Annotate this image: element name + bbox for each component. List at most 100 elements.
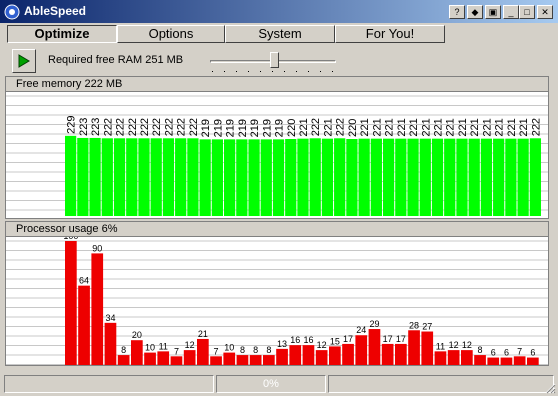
slider-ticks [212, 71, 333, 72]
window-title: AbleSpeed [24, 4, 87, 18]
cpu-bar-label: 17 [343, 334, 353, 344]
memory-bar [175, 138, 187, 216]
memory-bar-label: 221 [506, 118, 518, 136]
cpu-bar [223, 352, 236, 365]
cpu-bar-label: 7 [174, 346, 179, 356]
cpu-bar [289, 345, 302, 365]
memory-bar-label: 222 [163, 118, 175, 136]
cpu-bar-label: 10 [145, 343, 155, 353]
memory-bar-label: 219 [200, 119, 212, 137]
memory-bar [65, 135, 77, 216]
cpu-bar-label: 24 [356, 325, 366, 335]
memory-bar [444, 138, 456, 216]
maximize-button[interactable]: □ [519, 5, 535, 19]
memory-bar [321, 138, 334, 216]
memory-bar-label: 221 [396, 118, 408, 136]
status-bar: 0% [0, 372, 558, 396]
memory-bar-label: 222 [335, 118, 347, 136]
cpu-bar-label: 27 [422, 322, 432, 332]
cpu-bar-label: 8 [253, 345, 258, 355]
memory-bar [162, 138, 175, 216]
cpu-bar-label: 64 [79, 276, 89, 286]
memory-bar-label: 221 [518, 118, 530, 136]
memory-bar [419, 138, 431, 216]
memory-bar-label: 229 [66, 115, 78, 133]
memory-bar [468, 138, 480, 216]
cpu-bar-label: 12 [317, 340, 327, 350]
memory-bar-label: 219 [237, 119, 249, 137]
required-ram-slider[interactable] [208, 52, 340, 74]
memory-bar [113, 138, 126, 216]
processor-usage-header: Processor usage 6% [6, 222, 548, 237]
slider-thumb[interactable] [270, 52, 279, 68]
memory-bar [285, 139, 297, 216]
cpu-bar-label: 100 [63, 237, 78, 241]
cpu-bar-label: 16 [290, 335, 300, 345]
cpu-bar [276, 348, 288, 365]
cpu-bar-label: 8 [121, 345, 126, 355]
memory-bar [395, 138, 407, 216]
memory-bar-label: 219 [212, 119, 224, 137]
memory-bar [309, 138, 321, 216]
minimize-button[interactable]: _ [503, 5, 519, 19]
cpu-bar-label: 15 [330, 336, 340, 346]
maximize-icon: □ [524, 7, 530, 17]
required-ram-label: Required free RAM 251 MB [48, 54, 184, 66]
close-button[interactable]: ✕ [537, 5, 553, 19]
memory-bar-label: 221 [384, 118, 396, 136]
cpu-bar [500, 357, 513, 365]
cpu-bar-label: 11 [436, 341, 445, 351]
help-button[interactable]: ? [449, 5, 465, 19]
memory-bar-label: 222 [151, 118, 163, 136]
memory-bar [382, 138, 395, 216]
memory-bar-label: 221 [322, 118, 334, 136]
tab-system[interactable]: System [225, 25, 335, 43]
memory-bar-label: 222 [139, 118, 151, 136]
status-pane-right [328, 375, 554, 393]
cpu-bar [434, 351, 447, 365]
minimize-icon: _ [508, 7, 514, 17]
memory-bar [529, 138, 541, 216]
resize-grip-icon[interactable] [544, 382, 556, 394]
cpu-bar [210, 356, 222, 365]
memory-bar [346, 139, 358, 216]
status-pane-left [4, 375, 214, 393]
cpu-bar-label: 7 [214, 346, 219, 356]
memory-bar [211, 139, 223, 216]
tab-for-you[interactable]: For You! [335, 25, 445, 43]
memory-bar [187, 138, 199, 216]
cpu-bar-label: 29 [369, 319, 379, 329]
optimize-now-button[interactable] [12, 49, 36, 73]
memory-bar-label: 222 [530, 118, 542, 136]
cpu-bar-label: 8 [240, 345, 245, 355]
free-memory-chart: 229 223 223 222 222 222 222 222 222 222 222 219 219 2… [6, 95, 548, 216]
memory-bar [358, 138, 370, 216]
memory-bar [138, 138, 150, 216]
title-bar[interactable]: AbleSpeed ? ◆ ▣ _ □ ✕ [0, 0, 558, 23]
memory-bar [126, 138, 138, 216]
cpu-bar-label: 13 [277, 339, 287, 349]
cpu-bar [236, 355, 249, 365]
memory-bar-label: 223 [90, 118, 102, 136]
stay-on-top-button[interactable]: ◆ [467, 5, 483, 19]
memory-bar-label: 219 [274, 119, 286, 137]
memory-bar-label: 222 [102, 118, 114, 136]
cpu-bar [144, 352, 156, 365]
memory-bar-label: 222 [310, 118, 322, 136]
cpu-bar-label: 6 [530, 348, 535, 358]
cpu-bar [447, 350, 460, 365]
memory-bar-label: 222 [188, 118, 200, 136]
cpu-bar [513, 356, 526, 365]
tab-optimize[interactable]: Optimize [7, 25, 117, 43]
tray-button[interactable]: ▣ [485, 5, 501, 19]
cpu-bar [461, 350, 473, 365]
cpu-bar-label: 21 [198, 329, 208, 339]
memory-bar-label: 219 [261, 119, 273, 137]
memory-bar [517, 138, 529, 216]
memory-bar [480, 138, 493, 216]
processor-usage-panel: Processor usage 6% 100649034820101171221… [5, 221, 549, 366]
cpu-bar-label: 6 [491, 348, 496, 358]
cpu-bar [249, 355, 262, 365]
tab-options[interactable]: Options [117, 25, 225, 43]
memory-bar [260, 139, 272, 216]
